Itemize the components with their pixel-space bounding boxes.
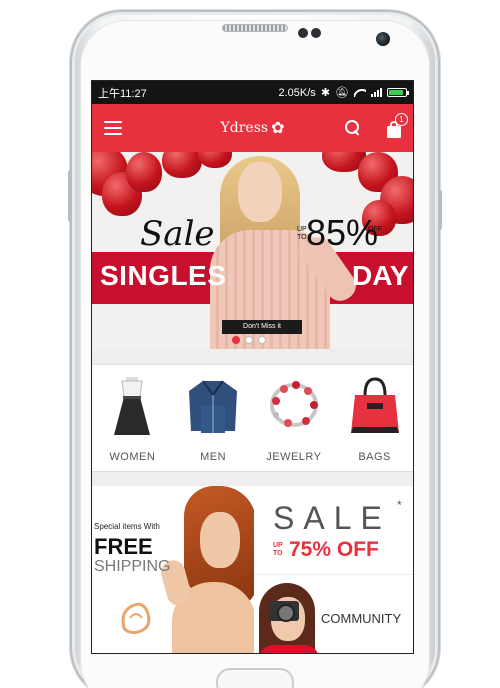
sale-promo[interactable]: SALE * UP TO 75% OFF <box>255 486 413 574</box>
category-bags[interactable]: BAGS <box>334 365 413 471</box>
special-items-text: Special items With <box>94 522 160 531</box>
carousel-dot-1[interactable] <box>232 336 240 344</box>
mute-icon: 🔕︎ <box>335 87 349 99</box>
balloon-decoration <box>162 152 202 178</box>
model-face <box>200 512 240 568</box>
category-label: MEN <box>200 451 227 463</box>
cart-count-badge: 1 <box>395 112 408 126</box>
shipping-text: SHIPPING <box>94 558 171 575</box>
banner-day: DAY <box>352 260 409 291</box>
brand-name: Ydress <box>220 120 269 136</box>
promo-banner[interactable]: Sale UP TO 85% OFF SINGLES DAY Don't Mis… <box>92 152 413 349</box>
community-promo[interactable]: COMMUNITY <box>255 574 413 653</box>
category-jewelry[interactable]: JEWELRY <box>254 365 335 471</box>
carousel-dot-2[interactable] <box>245 336 253 344</box>
brand-logo[interactable]: Ydress ✿ <box>220 118 285 137</box>
proximity-sensor <box>298 28 308 38</box>
banner-singles: SINGLES <box>100 260 227 291</box>
volume-button <box>68 170 72 222</box>
category-label: WOMEN <box>109 451 156 463</box>
network-speed: 2.05K/s <box>278 86 316 99</box>
model-face <box>238 162 282 222</box>
earpiece-speaker <box>222 24 288 32</box>
category-row: WOMEN MEN JEWELRY BAGS <box>92 364 413 472</box>
dress-icon <box>114 377 151 435</box>
handbag-icon <box>350 377 399 433</box>
category-men[interactable]: MEN <box>173 365 254 471</box>
photographer-top <box>259 645 319 653</box>
camera-icon <box>269 601 299 622</box>
balloon-decoration <box>198 152 232 168</box>
app-screen: 上午11:27 2.05K/s ✱ 🔕︎ Ydress ✿ 1 Sale UP … <box>91 80 414 654</box>
app-bar-actions: 1 <box>345 112 408 138</box>
flower-icon: ✿ <box>271 118 285 137</box>
app-bar: Ydress ✿ 1 <box>92 104 413 152</box>
battery-icon <box>387 88 409 97</box>
dont-miss-button[interactable]: Don't Miss it <box>222 320 302 334</box>
banner-sale-text: Sale <box>140 214 215 254</box>
promo-grid: Special items With FREE SHIPPING SALE * … <box>92 486 413 653</box>
jacket-icon <box>189 380 238 433</box>
signal-icon <box>371 88 382 97</box>
carousel-dots <box>232 336 266 344</box>
light-sensor <box>311 28 321 38</box>
power-button <box>438 190 442 230</box>
search-icon[interactable] <box>345 120 361 136</box>
bracelet-icon <box>269 381 318 427</box>
banner-discount: 85% <box>306 212 379 253</box>
sale-up-to: UP TO <box>273 542 283 557</box>
banner-off: OFF <box>368 226 382 233</box>
sale-asterisk: * <box>397 498 402 512</box>
status-bar: 上午11:27 2.05K/s ✱ 🔕︎ <box>92 81 413 104</box>
status-time: 上午11:27 <box>98 87 147 100</box>
bluetooth-icon: ✱ <box>320 87 331 99</box>
community-text: COMMUNITY <box>321 611 402 626</box>
free-text: FREE <box>94 534 153 559</box>
balloon-decoration <box>126 152 162 192</box>
status-indicators: 2.05K/s ✱ 🔕︎ <box>278 86 409 99</box>
ring-image <box>121 602 151 634</box>
category-label: JEWELRY <box>266 451 322 463</box>
shopping-bag-icon[interactable]: 1 <box>387 112 408 138</box>
sale-discount: 75% OFF <box>289 538 379 561</box>
carousel-dot-3[interactable] <box>258 336 266 344</box>
front-camera <box>376 32 390 46</box>
menu-icon[interactable] <box>104 121 122 135</box>
sale-text: SALE <box>273 500 391 536</box>
category-label: BAGS <box>358 451 391 463</box>
free-shipping-promo[interactable]: Special items With FREE SHIPPING <box>92 486 254 653</box>
wifi-icon <box>354 88 366 97</box>
category-women[interactable]: WOMEN <box>92 365 173 471</box>
home-button[interactable] <box>216 668 294 688</box>
